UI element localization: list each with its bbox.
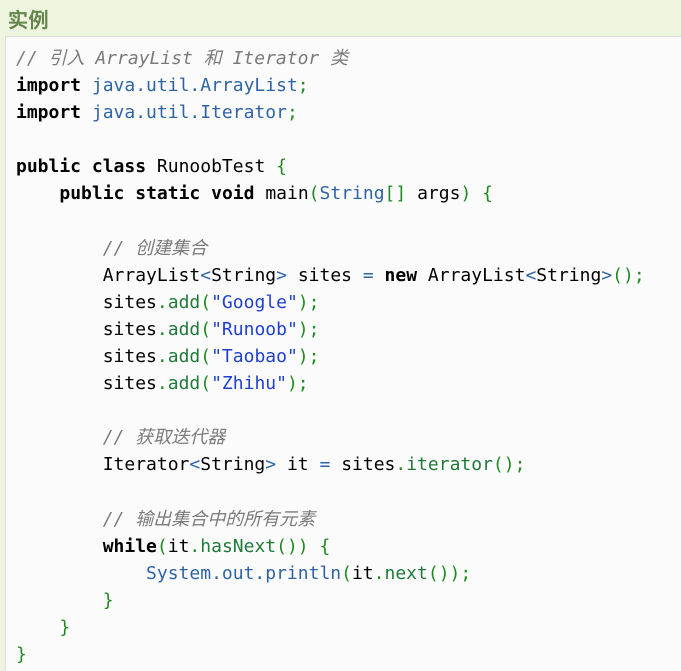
- code-type: Iterator: [102, 454, 190, 476]
- code-identifier: sites: [102, 291, 157, 313]
- code-identifier: it: [167, 535, 190, 557]
- code-block[interactable]: // 引入 ArrayList 和 Iterator 类 import java…: [5, 36, 681, 671]
- code-identifier: sites: [341, 454, 396, 476]
- code-comment: // 输出集合中的所有元素: [102, 508, 316, 530]
- code-string: "Zhihu": [211, 373, 287, 395]
- code-type: String: [211, 264, 277, 286]
- code-keyword: import: [16, 102, 82, 124]
- code-keyword: while: [102, 535, 157, 557]
- code-type: String: [536, 264, 602, 286]
- code-keyword: public: [16, 156, 82, 178]
- code-keyword: public: [59, 183, 125, 205]
- code-comment: // 创建集合: [102, 237, 208, 259]
- code-keyword: new: [384, 264, 418, 286]
- code-identifier: it: [286, 454, 309, 476]
- code-identifier: sites: [102, 318, 157, 340]
- code-comment: // 获取迭代器: [102, 427, 226, 449]
- example-title: 实例: [8, 7, 49, 32]
- code-type: String: [200, 454, 266, 476]
- code-identifier: sites: [102, 373, 157, 395]
- code-method: add: [167, 346, 201, 368]
- code-method: System.out.println: [146, 562, 342, 584]
- code-string: "Taobao": [211, 346, 298, 368]
- code-type: ArrayList: [102, 264, 201, 286]
- code-type: ArrayList: [427, 264, 526, 286]
- code-method: hasNext: [200, 535, 277, 557]
- code-package: java.util.ArrayList: [91, 75, 298, 97]
- code-method: main: [265, 183, 309, 205]
- code-identifier: args: [417, 183, 461, 205]
- code-method: iterator: [406, 454, 493, 476]
- code-keyword: import: [16, 75, 82, 97]
- code-class-name: RunoobTest: [156, 156, 266, 178]
- code-method: add: [167, 291, 201, 313]
- code-method: add: [167, 373, 201, 395]
- code-method: add: [167, 318, 201, 340]
- example-header: 实例: [0, 0, 681, 36]
- code-string: "Runoob": [211, 318, 298, 340]
- code-type: String: [319, 183, 385, 205]
- code-text: // 引入 ArrayList 和 Iterator 类 import java…: [16, 48, 645, 666]
- code-comment: // 引入 ArrayList 和 Iterator 类: [16, 48, 349, 69]
- code-identifier: it: [351, 562, 374, 584]
- code-identifier: sites: [102, 346, 157, 368]
- code-keyword: class: [91, 156, 147, 178]
- code-method: next: [384, 562, 428, 584]
- code-identifier: sites: [297, 264, 352, 286]
- code-string: "Google": [211, 291, 298, 313]
- code-package: java.util.Iterator: [91, 102, 287, 124]
- code-keyword: void: [211, 183, 255, 205]
- code-keyword: static: [135, 183, 201, 205]
